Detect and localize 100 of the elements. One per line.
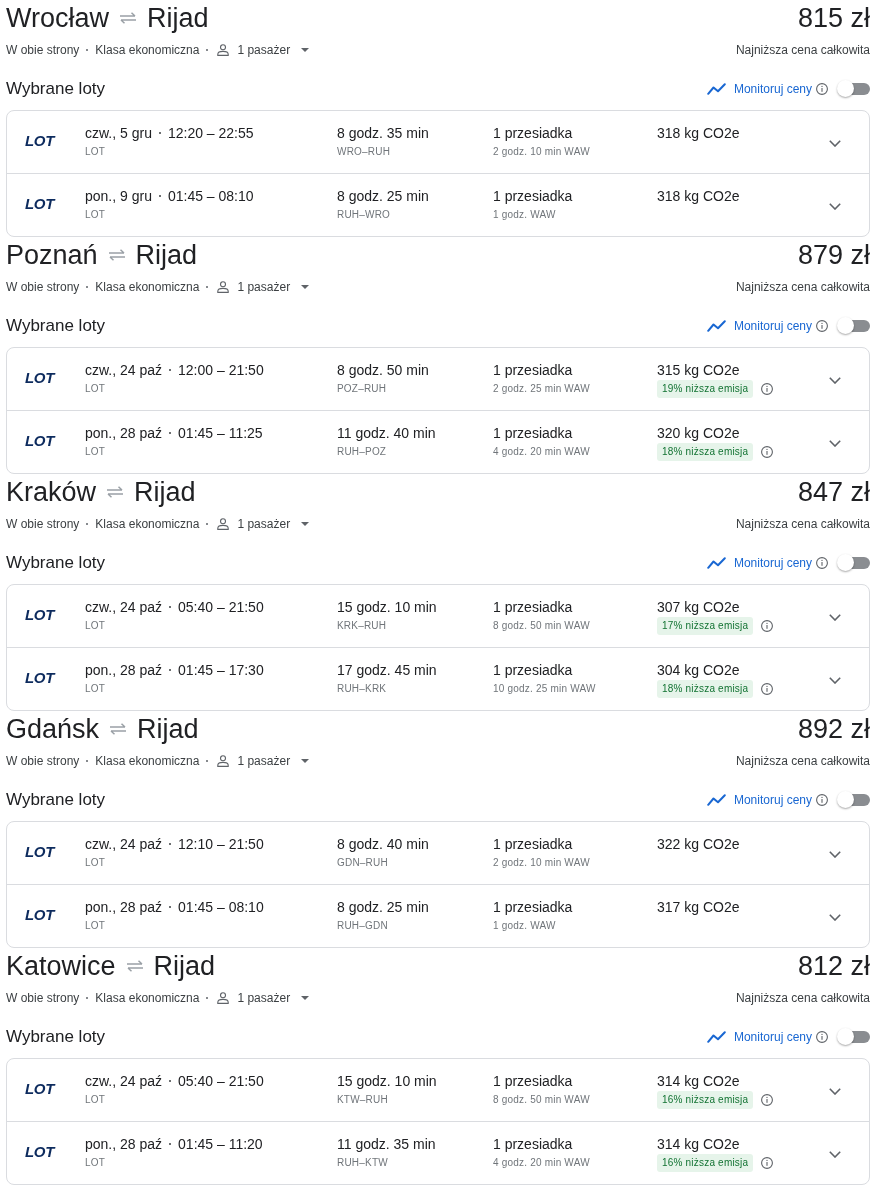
passengers-dropdown[interactable]: 1 pasażer	[215, 751, 312, 771]
layover-info: 4 godz. 20 min WAW	[493, 445, 591, 459]
passengers-dropdown[interactable]: 1 pasażer	[215, 277, 312, 297]
destination-city: Rijad	[153, 950, 216, 983]
person-icon	[217, 518, 230, 530]
origin-city: Katowice	[6, 950, 116, 983]
swap-arrows-icon	[125, 960, 144, 972]
track-prices-label: Monitoruj ceny	[733, 82, 812, 96]
info-icon[interactable]	[761, 683, 774, 695]
chevron-down-icon	[829, 139, 841, 147]
trip-price: 847 zł	[797, 476, 870, 509]
emissions-value: 314 kg CO2e	[657, 1072, 741, 1090]
stops-count: 1 przesiadka	[493, 361, 574, 379]
info-icon[interactable]	[761, 383, 774, 395]
caret-icon	[301, 285, 310, 289]
info-icon[interactable]	[761, 446, 774, 458]
passengers-dropdown[interactable]: 1 pasażer	[215, 40, 312, 60]
lower-emissions-badge: 18% niższa emisja	[657, 443, 754, 461]
trip-price: 892 zł	[797, 713, 870, 746]
cabin-class: Klasa ekonomiczna	[95, 991, 200, 1005]
toggle-switch[interactable]	[836, 790, 870, 810]
flight-times: 12:10 – 21:50	[178, 835, 264, 853]
caret-icon	[301, 48, 310, 52]
lower-emissions-badge: 17% niższa emisja	[657, 617, 754, 635]
flight-date: pon., 28 paź	[85, 661, 163, 679]
flight-times: 01:45 – 11:20	[178, 1135, 263, 1153]
chevron-down-icon	[829, 913, 841, 921]
stops-count: 1 przesiadka	[493, 661, 574, 679]
flight-duration: 15 godz. 10 min	[337, 598, 438, 616]
flight-times: 01:45 – 11:25	[178, 424, 263, 442]
airline-logo: LOT	[25, 133, 55, 149]
trend-line-icon	[706, 794, 726, 806]
airline-name: LOT	[85, 919, 107, 933]
passengers-dropdown[interactable]: 1 pasażer	[215, 988, 312, 1008]
caret-icon	[301, 522, 310, 526]
chevron-down-icon	[829, 439, 841, 447]
emissions-value: 320 kg CO2e	[657, 424, 741, 442]
origin-city: Gdańsk	[6, 713, 100, 746]
chevron-down-icon	[829, 850, 841, 858]
track-prices-label: Monitoruj ceny	[733, 1030, 812, 1044]
emissions-value: 315 kg CO2e	[657, 361, 741, 379]
info-icon[interactable]	[816, 557, 828, 569]
caret-icon	[301, 996, 310, 1000]
flight-times: 01:45 – 08:10	[167, 187, 254, 205]
airline-name: LOT	[85, 445, 107, 459]
airline-logo: LOT	[25, 196, 55, 212]
destination-city: Rijad	[135, 239, 198, 272]
flight-date: czw., 24 paź	[85, 1072, 163, 1090]
toggle-switch[interactable]	[836, 316, 870, 336]
cabin-class: Klasa ekonomiczna	[95, 280, 200, 294]
lower-emissions-badge: 16% niższa emisja	[657, 1154, 754, 1172]
price-note: Najniższa cena całkowita	[735, 991, 870, 1005]
flight-duration: 11 godz. 40 min	[337, 424, 437, 442]
swap-arrows-icon	[107, 249, 126, 261]
price-note: Najniższa cena całkowita	[735, 754, 870, 768]
chevron-down-icon	[829, 376, 841, 384]
info-icon[interactable]	[761, 1094, 774, 1106]
trend-line-icon	[706, 557, 726, 569]
flight-date: czw., 5 gru	[85, 124, 152, 142]
destination-city: Rijad	[137, 713, 199, 746]
origin-city: Kraków	[6, 476, 97, 509]
flight-times: 05:40 – 21:50	[178, 1072, 264, 1090]
flight-route: WRO–RUH	[337, 145, 392, 159]
toggle-switch[interactable]	[836, 553, 870, 573]
stops-count: 1 przesiadka	[493, 124, 574, 142]
flight-date: czw., 24 paź	[85, 598, 163, 616]
chevron-down-icon	[829, 202, 841, 210]
emissions-value: 317 kg CO2e	[657, 898, 741, 916]
info-icon[interactable]	[761, 1157, 774, 1169]
info-icon[interactable]	[761, 620, 774, 632]
airline-name: LOT	[85, 1093, 107, 1107]
caret-icon	[301, 759, 310, 763]
cabin-class: Klasa ekonomiczna	[95, 517, 200, 531]
airline-name: LOT	[85, 619, 107, 633]
flight-duration: 8 godz. 25 min	[337, 187, 430, 205]
info-icon[interactable]	[816, 320, 828, 332]
flight-date: pon., 28 paź	[85, 898, 163, 916]
lower-emissions-badge: 18% niższa emisja	[657, 680, 754, 698]
flight-route: RUH–KTW	[337, 1156, 389, 1170]
flight-date: pon., 9 gru	[85, 187, 152, 205]
layover-info: 2 godz. 10 min WAW	[493, 145, 591, 159]
passengers-dropdown[interactable]: 1 pasażer	[215, 514, 312, 534]
flight-duration: 8 godz. 40 min	[337, 835, 430, 853]
person-icon	[217, 281, 230, 293]
info-icon[interactable]	[816, 83, 828, 95]
toggle-switch[interactable]	[836, 1027, 870, 1047]
chevron-down-icon	[829, 613, 841, 621]
trip-price: 815 zł	[797, 2, 870, 35]
airline-logo: LOT	[25, 370, 55, 386]
info-icon[interactable]	[816, 794, 828, 806]
person-icon	[217, 992, 230, 1004]
info-icon[interactable]	[816, 1031, 828, 1043]
airline-logo: LOT	[25, 607, 55, 623]
trend-line-icon	[706, 320, 726, 332]
origin-city: Poznań	[6, 239, 98, 272]
toggle-switch[interactable]	[836, 79, 870, 99]
flight-duration: 17 godz. 45 min	[337, 661, 438, 679]
layover-info: 8 godz. 50 min WAW	[493, 1093, 591, 1107]
trip-type: W obie strony	[6, 991, 80, 1005]
origin-city: Wrocław	[6, 2, 110, 35]
